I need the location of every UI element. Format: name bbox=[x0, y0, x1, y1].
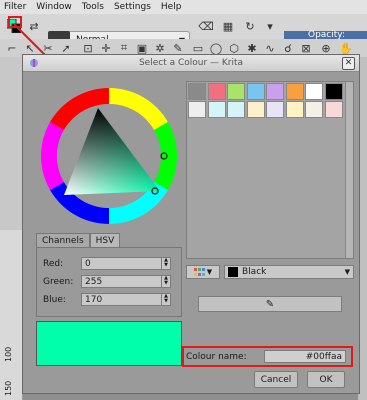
cancel-button[interactable]: Cancel bbox=[254, 371, 298, 388]
screen-color-picker-button[interactable]: ✎ bbox=[198, 296, 342, 312]
palette-swatch[interactable] bbox=[266, 101, 284, 118]
palette-swatch[interactable] bbox=[227, 83, 245, 100]
palette-controls: ▼ Black ▼ bbox=[186, 265, 354, 279]
current-color-swatch bbox=[36, 321, 182, 366]
chevron-down-icon: ▼ bbox=[206, 268, 213, 276]
palette-swatch[interactable] bbox=[305, 83, 323, 100]
channels-panel: Channels HSV Red: 0 ▲ ▼ Green: 255 ▲ ▼ Blue:… bbox=[36, 233, 182, 317]
red-value: 0 bbox=[85, 258, 91, 269]
palette-swatch[interactable] bbox=[246, 101, 265, 118]
palette-color-select[interactable]: Black ▼ bbox=[224, 265, 354, 279]
colour-name-label: Colour name: bbox=[186, 351, 247, 362]
palette-swatch[interactable] bbox=[266, 83, 284, 100]
ok-button[interactable]: OK bbox=[307, 371, 345, 388]
colour-name-row: Colour name: #00ffaa bbox=[182, 346, 353, 367]
palette-chooser-button[interactable]: ▼ bbox=[186, 265, 220, 279]
chevron-down-icon: ▼ bbox=[344, 268, 350, 276]
palette-swatch[interactable] bbox=[324, 101, 343, 118]
spin-arrows-icon[interactable]: ▲ ▼ bbox=[161, 258, 170, 269]
select-colour-dialog: Select a Colour — Krita ✕ Channels HSV R… bbox=[22, 54, 360, 394]
dialog-title: Select a Colour — Krita bbox=[138, 58, 244, 68]
blue-label: Blue: bbox=[43, 294, 66, 305]
tab-channels[interactable]: Channels bbox=[36, 233, 90, 248]
palette-swatch[interactable] bbox=[188, 101, 206, 118]
palette-swatch[interactable] bbox=[305, 101, 323, 118]
palette-swatch[interactable] bbox=[207, 101, 226, 118]
green-spinbox[interactable]: 255 ▲ ▼ bbox=[81, 275, 171, 288]
green-value: 255 bbox=[85, 276, 103, 287]
blue-channel-row: Blue: 170 ▲ ▼ bbox=[43, 293, 177, 306]
blue-value: 170 bbox=[85, 294, 103, 305]
palette-swatch[interactable] bbox=[207, 83, 226, 100]
colour-name-field[interactable]: #00ffaa bbox=[264, 350, 346, 363]
palette-swatch[interactable] bbox=[188, 83, 206, 100]
palette-swatch[interactable] bbox=[246, 83, 265, 100]
red-label: Red: bbox=[43, 258, 64, 269]
dialog-titlebar: Select a Colour — Krita ✕ bbox=[23, 55, 359, 72]
palette-swatch[interactable] bbox=[227, 101, 245, 118]
red-spinbox[interactable]: 0 ▲ ▼ bbox=[81, 257, 171, 270]
palette-swatch[interactable] bbox=[285, 101, 304, 118]
spin-arrows-icon[interactable]: ▲ ▼ bbox=[161, 276, 170, 287]
selected-color-chip bbox=[228, 267, 238, 277]
red-channel-row: Red: 0 ▲ ▼ bbox=[43, 257, 177, 270]
palette-color-name: Black bbox=[242, 267, 267, 277]
palette-grid bbox=[186, 81, 354, 259]
palette-scrollbar[interactable] bbox=[345, 82, 353, 258]
green-label: Green: bbox=[43, 276, 74, 287]
eyedropper-icon: ✎ bbox=[265, 298, 275, 310]
green-channel-row: Green: 255 ▲ ▼ bbox=[43, 275, 177, 288]
channels-box: Red: 0 ▲ ▼ Green: 255 ▲ ▼ Blue: 170 ▲ ▼ bbox=[36, 247, 182, 317]
color-wheel-selector[interactable] bbox=[36, 83, 182, 229]
close-icon[interactable]: ✕ bbox=[342, 57, 355, 70]
spin-arrows-icon[interactable]: ▲ ▼ bbox=[161, 294, 170, 305]
palette-swatch[interactable] bbox=[285, 83, 304, 100]
tab-hsv[interactable]: HSV bbox=[89, 233, 121, 248]
palette-swatch[interactable] bbox=[324, 83, 343, 100]
palette-grid-icon bbox=[193, 267, 205, 276]
blue-spinbox[interactable]: 170 ▲ ▼ bbox=[81, 293, 171, 306]
